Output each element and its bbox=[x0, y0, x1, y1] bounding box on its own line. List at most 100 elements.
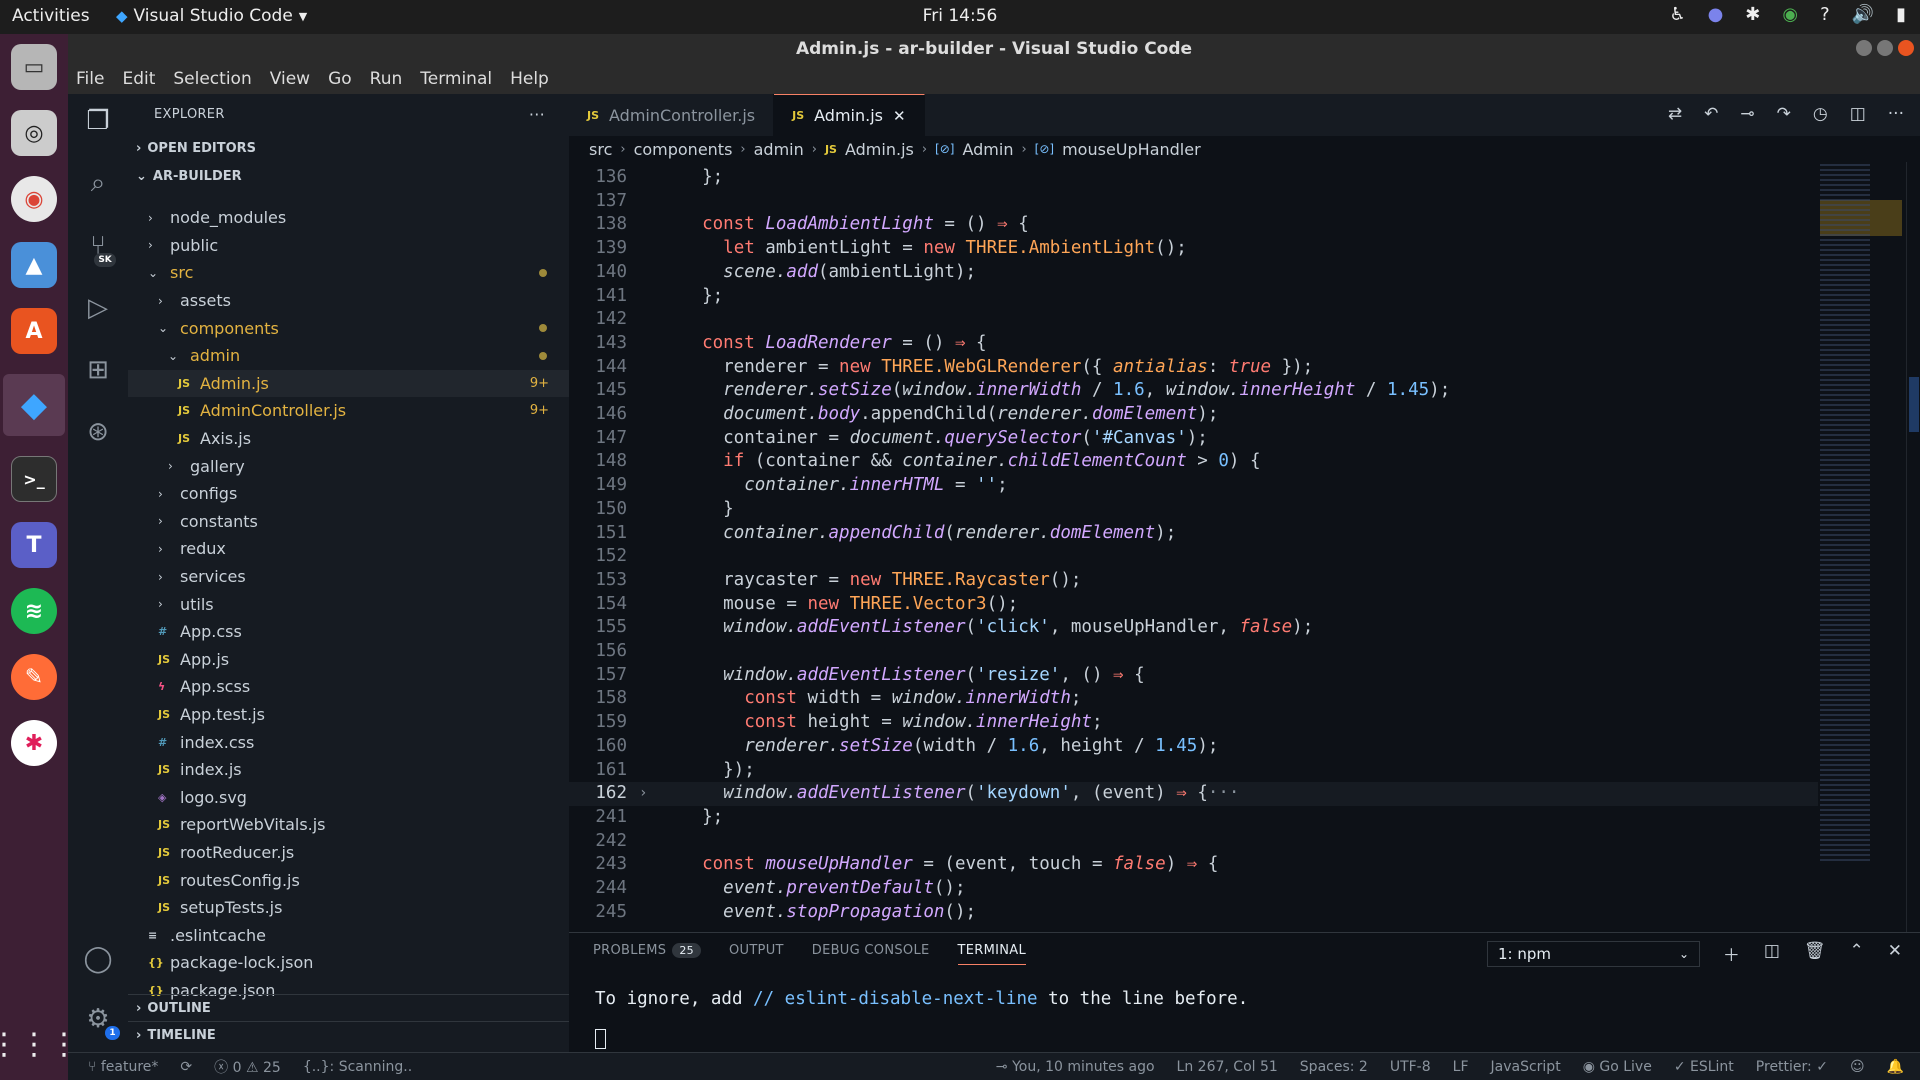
commit-icon[interactable]: ⊸ bbox=[1740, 104, 1754, 124]
more-actions-icon[interactable]: ··· bbox=[1888, 104, 1904, 124]
sync-icon[interactable]: ⟳ bbox=[180, 1059, 192, 1075]
outline-section[interactable]: › OUTLINE bbox=[128, 994, 569, 1021]
accessibility-icon[interactable]: ♿ bbox=[1669, 4, 1685, 25]
camera-icon[interactable]: ◎ bbox=[11, 110, 57, 156]
code-line[interactable]: 161 }); bbox=[569, 759, 1819, 783]
breadcrumb-function[interactable]: mouseUpHandler bbox=[1062, 140, 1201, 159]
volume-icon[interactable]: 🔊 bbox=[1852, 4, 1874, 25]
chrome-icon[interactable]: ◉ bbox=[1782, 4, 1798, 25]
terminal-output[interactable]: To ignore, add // eslint-disable-next-li… bbox=[595, 989, 1248, 1009]
menu-view[interactable]: View bbox=[270, 69, 310, 89]
project-root[interactable]: ⌄ AR-BUILDER bbox=[128, 162, 569, 190]
code-line[interactable]: 136 }; bbox=[569, 166, 1819, 190]
encoding[interactable]: UTF-8 bbox=[1390, 1059, 1431, 1075]
file-item[interactable]: # App.css bbox=[128, 618, 569, 646]
code-editor[interactable]: 136 }; 137 138 const LoadAmbientLight = ()… bbox=[569, 162, 1920, 932]
file-item[interactable]: JS Axis.js bbox=[128, 425, 569, 453]
editor-scrollbar[interactable] bbox=[1906, 162, 1920, 932]
code-line[interactable]: 151 container.appendChild(renderer.domEl… bbox=[569, 522, 1819, 546]
teams-icon[interactable]: ● bbox=[1708, 4, 1724, 25]
system-tray[interactable]: ♿ ● ✱ ◉ ? 🔊 ▮ bbox=[1669, 4, 1906, 25]
folder-item[interactable]: › constants bbox=[128, 508, 569, 536]
file-item[interactable]: JS index.js bbox=[128, 756, 569, 784]
go-live-button[interactable]: ◉ Go Live bbox=[1583, 1059, 1652, 1075]
file-item[interactable]: JS App.js bbox=[128, 646, 569, 674]
slack-icon[interactable]: ✱ bbox=[1745, 4, 1760, 25]
breadcrumb-file[interactable]: Admin.js bbox=[845, 140, 914, 159]
code-line[interactable]: 149 container.innerHTML = ''; bbox=[569, 474, 1819, 498]
menu-go[interactable]: Go bbox=[328, 69, 352, 89]
file-item[interactable]: JS routesConfig.js bbox=[128, 866, 569, 894]
file-item[interactable]: JS rootReducer.js bbox=[128, 839, 569, 867]
code-line[interactable]: 150 } bbox=[569, 498, 1819, 522]
code-line[interactable]: 153 raycaster = new THREE.Raycaster(); bbox=[569, 569, 1819, 593]
code-line[interactable]: 152 bbox=[569, 545, 1819, 569]
more-actions-icon[interactable]: ··· bbox=[529, 105, 545, 124]
new-terminal-icon[interactable]: ＋ bbox=[1723, 941, 1740, 966]
previous-change-icon[interactable]: ↶ bbox=[1704, 104, 1718, 124]
menu-selection[interactable]: Selection bbox=[173, 69, 251, 89]
folder-item[interactable]: › utils bbox=[128, 590, 569, 618]
files-icon[interactable]: ▭ bbox=[11, 44, 57, 90]
code-line[interactable]: 143 const LoadRenderer = () ⇒ { bbox=[569, 332, 1819, 356]
tab-admin-controller[interactable]: JS AdminController.js bbox=[569, 94, 775, 136]
timeline-icon[interactable]: ◷ bbox=[1813, 104, 1828, 124]
run-debug-icon[interactable]: ▷ bbox=[88, 293, 108, 323]
code-line[interactable]: 162 › window.addEventListener('keydown', … bbox=[569, 782, 1819, 806]
code-line[interactable]: 155 window.addEventListener('click', mou… bbox=[569, 616, 1819, 640]
maximize-icon[interactable] bbox=[1877, 40, 1893, 56]
code-line[interactable]: 158 const width = window.innerWidth; bbox=[569, 687, 1819, 711]
menu-edit[interactable]: Edit bbox=[122, 69, 155, 89]
slack-app-icon[interactable]: ✱ bbox=[11, 720, 57, 766]
timeline-section[interactable]: › TIMELINE bbox=[128, 1021, 569, 1048]
git-graph-icon[interactable]: ⊛ bbox=[87, 417, 109, 447]
minimap[interactable] bbox=[1818, 162, 1906, 932]
bell-icon[interactable]: 🔔 bbox=[1887, 1059, 1904, 1075]
breadcrumb-components[interactable]: components bbox=[634, 140, 733, 159]
battery-icon[interactable]: ▮ bbox=[1896, 4, 1906, 25]
software-center-icon[interactable]: A bbox=[11, 308, 57, 354]
folder-item[interactable]: ⌄ admin bbox=[128, 342, 569, 370]
code-line[interactable]: 245 event.stopPropagation(); bbox=[569, 901, 1819, 925]
tab-terminal[interactable]: TERMINAL bbox=[957, 943, 1027, 965]
folder-item[interactable]: ⌄ components bbox=[128, 314, 569, 342]
eslint-status[interactable]: ✓ ESLint bbox=[1674, 1059, 1734, 1075]
scanning-status[interactable]: {..}: Scanning.. bbox=[303, 1059, 412, 1075]
file-item[interactable]: JS App.test.js bbox=[128, 701, 569, 729]
minimize-icon[interactable] bbox=[1856, 40, 1872, 56]
code-line[interactable]: 142 bbox=[569, 308, 1819, 332]
next-change-icon[interactable]: ↷ bbox=[1777, 104, 1791, 124]
code-line[interactable]: 137 bbox=[569, 190, 1819, 214]
menu-file[interactable]: File bbox=[76, 69, 104, 89]
code-line[interactable]: 145 renderer.setSize(window.innerWidth /… bbox=[569, 379, 1819, 403]
code-line[interactable]: 144 renderer = new THREE.WebGLRenderer({… bbox=[569, 356, 1819, 380]
code-line[interactable]: 146 document.body.appendChild(renderer.d… bbox=[569, 403, 1819, 427]
vscode-app-icon[interactable]: ◆ bbox=[3, 374, 65, 436]
tab-admin[interactable]: JS Admin.js ✕ bbox=[774, 94, 925, 136]
file-item[interactable]: JS Admin.js 9+ bbox=[128, 369, 569, 398]
folder-item[interactable]: › assets bbox=[128, 287, 569, 315]
breadcrumb-src[interactable]: src bbox=[589, 140, 612, 159]
account-icon[interactable]: ◯ bbox=[83, 944, 112, 974]
extensions-icon[interactable]: ⊞ bbox=[87, 355, 109, 385]
spotify-icon[interactable]: ≋ bbox=[11, 588, 57, 634]
menu-terminal[interactable]: Terminal bbox=[420, 69, 492, 89]
folder-item[interactable]: › node_modules bbox=[128, 204, 569, 232]
menu-help[interactable]: Help bbox=[510, 69, 549, 89]
source-control-icon[interactable]: ⑂ SK bbox=[90, 231, 116, 267]
image-viewer-icon[interactable]: ▲ bbox=[11, 242, 57, 288]
tab-debug-console[interactable]: DEBUG CONSOLE bbox=[812, 943, 930, 965]
search-icon[interactable]: ⌕ bbox=[91, 168, 106, 199]
branch-status[interactable]: ⑂ feature* bbox=[88, 1059, 158, 1075]
code-line[interactable]: 243 const mouseUpHandler = (event, touch… bbox=[569, 853, 1819, 877]
code-line[interactable]: 241 }; bbox=[569, 806, 1819, 830]
code-line[interactable]: 154 mouse = new THREE.Vector3(); bbox=[569, 593, 1819, 617]
file-item[interactable]: ϟ App.scss bbox=[128, 673, 569, 701]
file-item[interactable]: JS reportWebVitals.js bbox=[128, 811, 569, 839]
file-item[interactable]: JS setupTests.js bbox=[128, 894, 569, 922]
file-item[interactable]: JS AdminController.js 9+ bbox=[128, 397, 569, 425]
terminal-icon[interactable]: >_ bbox=[11, 456, 57, 502]
menu-run[interactable]: Run bbox=[370, 69, 403, 89]
teams-app-icon[interactable]: T bbox=[11, 522, 57, 568]
open-changes-icon[interactable]: ⇄ bbox=[1668, 104, 1682, 124]
